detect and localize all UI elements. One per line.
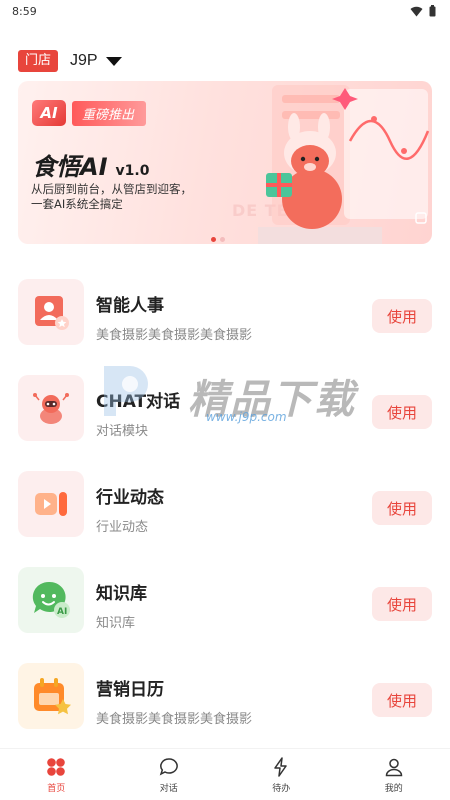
status-icons xyxy=(410,5,436,17)
feature-title: 营销日历 xyxy=(96,680,164,700)
feature-item-hr[interactable]: 智能人事 美食摄影美食摄影美食摄影 使用 xyxy=(18,279,432,347)
feature-subtitle: 对话模块 xyxy=(96,424,149,439)
feature-item-calendar[interactable]: 营销日历 美食摄影美食摄影美食摄影 使用 xyxy=(18,663,432,731)
banner-badge-text: 重磅推出 xyxy=(72,100,147,126)
banner-version: v1.0 xyxy=(115,163,150,179)
status-time: 8:59 xyxy=(12,4,37,18)
use-button[interactable]: 使用 xyxy=(372,491,432,525)
tab-home[interactable]: 首页 xyxy=(0,749,113,800)
banner-pagination xyxy=(211,237,225,242)
bear-mascot-illustration xyxy=(258,85,430,244)
banner-title-main: 食悟AI xyxy=(32,153,108,181)
banner-badge: AI 重磅推出 xyxy=(32,98,147,128)
tab-label: 对话 xyxy=(159,783,178,794)
store-name: J9P xyxy=(70,52,98,69)
use-button[interactable]: 使用 xyxy=(372,299,432,333)
banner-tagline-2: 一套AI系统全搞定 xyxy=(31,197,123,211)
use-button[interactable]: 使用 xyxy=(372,395,432,429)
bottom-tab-bar: 首页 对话 待办 我的 xyxy=(0,748,450,800)
store-tag: 门店 xyxy=(18,50,59,72)
feature-subtitle: 美食摄影美食摄影美食摄影 xyxy=(96,328,253,343)
svg-text:AI: AI xyxy=(57,607,67,617)
tab-label: 首页 xyxy=(47,783,66,794)
feature-subtitle: 美食摄影美食摄影美食摄影 xyxy=(96,712,253,727)
wifi-icon xyxy=(410,6,423,16)
tab-chat[interactable]: 对话 xyxy=(113,749,226,800)
robot-icon xyxy=(18,375,84,441)
video-camera-icon xyxy=(18,471,84,537)
calendar-icon xyxy=(18,663,84,729)
store-selector[interactable]: 门店 J9P xyxy=(18,48,122,74)
feature-title: 知识库 xyxy=(96,584,147,604)
user-icon xyxy=(383,756,405,778)
tab-profile[interactable]: 我的 xyxy=(338,749,450,800)
banner-dot[interactable] xyxy=(220,237,225,242)
banner-tagline-1: 从后厨到前台，从管店到迎客， xyxy=(31,182,192,196)
watermark-logo-icon xyxy=(104,366,148,416)
feature-subtitle: 知识库 xyxy=(96,616,136,631)
feature-subtitle: 行业动态 xyxy=(96,520,149,535)
chat-bubble-icon xyxy=(158,756,180,778)
chat-ai-icon: AI xyxy=(18,567,84,633)
feature-item-industry[interactable]: 行业动态 行业动态 使用 xyxy=(18,471,432,539)
status-bar: 8:59 xyxy=(0,0,450,22)
feature-title: 智能人事 xyxy=(96,296,164,316)
banner-title: 食悟AI v1.0 xyxy=(32,147,149,182)
use-button[interactable]: 使用 xyxy=(372,587,432,621)
watermark-url: www.j9p.com xyxy=(206,410,287,424)
tab-label: 待办 xyxy=(272,783,291,794)
feature-title: 行业动态 xyxy=(96,488,164,508)
tab-label: 我的 xyxy=(384,783,403,794)
use-button[interactable]: 使用 xyxy=(372,683,432,717)
ai-logo: AI xyxy=(32,100,66,126)
home-grid-icon xyxy=(45,756,67,778)
caret-down-icon xyxy=(105,56,122,66)
lightning-icon xyxy=(270,756,292,778)
battery-icon xyxy=(429,5,436,17)
person-card-icon xyxy=(18,279,84,345)
feature-item-knowledge[interactable]: AI 知识库 知识库 使用 xyxy=(18,567,432,635)
banner-dot[interactable] xyxy=(211,237,216,242)
tab-todo[interactable]: 待办 xyxy=(225,749,338,800)
promo-banner[interactable]: AI 重磅推出 食悟AI v1.0 从后厨到前台，从管店到迎客， 一套AI系统全… xyxy=(18,81,432,244)
